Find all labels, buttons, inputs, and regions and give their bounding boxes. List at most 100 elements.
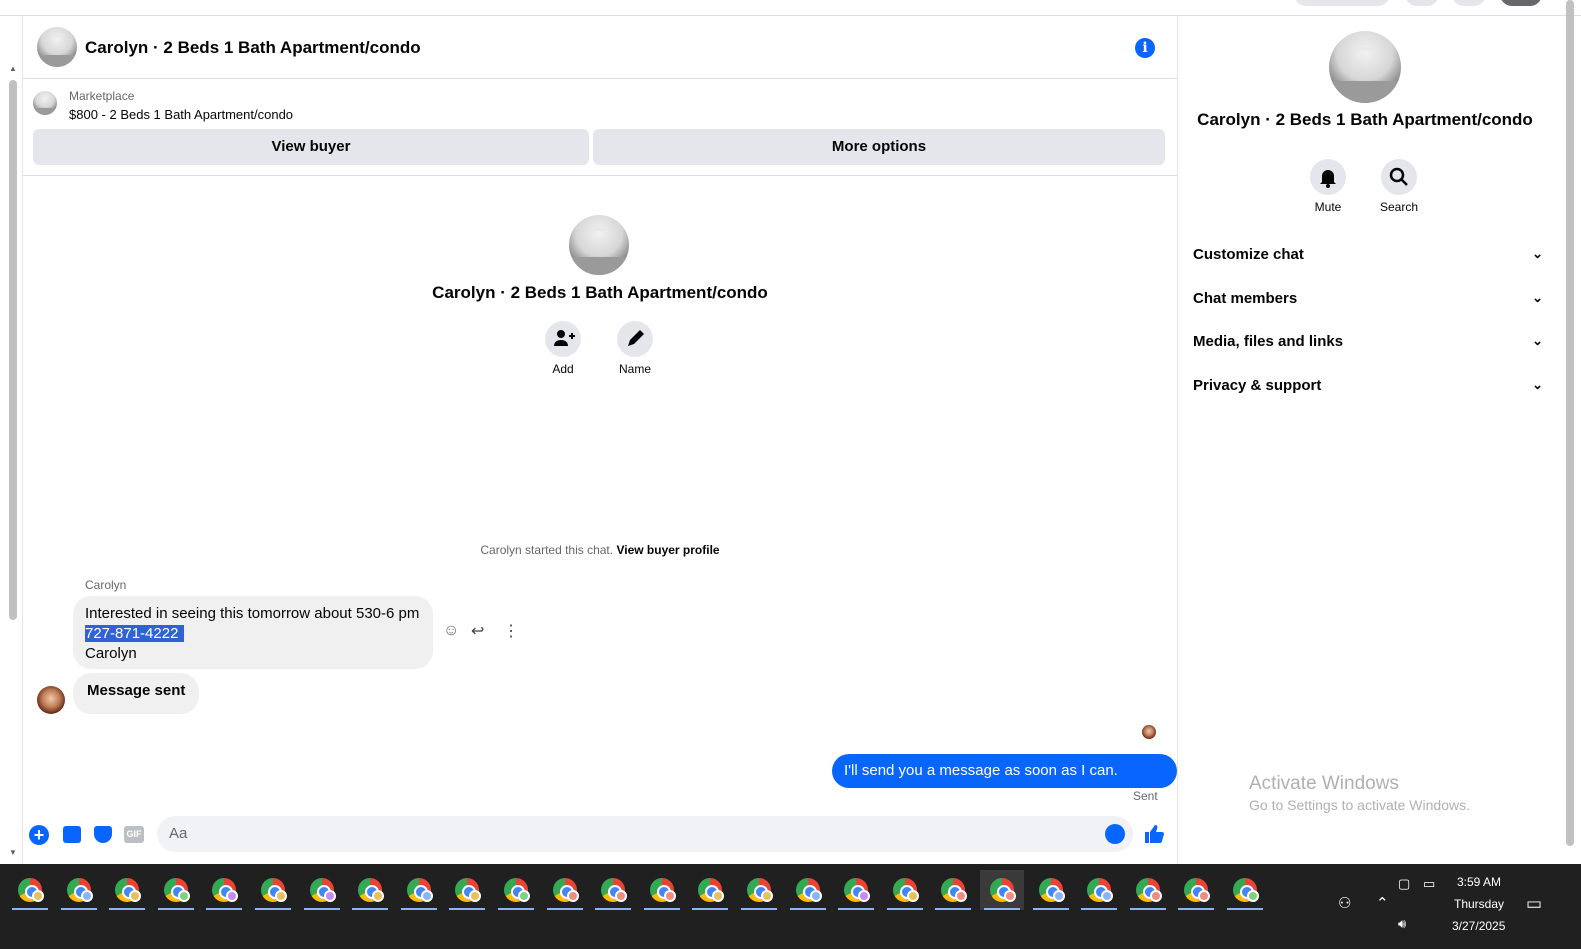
profile-badge-icon: [518, 890, 530, 902]
chat-details-panel: Carolyn · 2 Beds 1 Bath Apartment/condo …: [1179, 16, 1563, 870]
meet-icon[interactable]: ▢: [1398, 876, 1410, 892]
pencil-icon: [628, 330, 644, 346]
chrome-taskbar-icon[interactable]: [397, 870, 441, 910]
more-options-button[interactable]: More options: [593, 129, 1165, 165]
profile-badge-icon: [1149, 890, 1162, 902]
chrome-taskbar-icon[interactable]: [1029, 870, 1073, 910]
top-menu-button[interactable]: [1405, 0, 1439, 6]
page-scroll-thumb[interactable]: [1566, 0, 1574, 846]
running-indicator: [352, 908, 389, 910]
phone-number[interactable]: 727-871-4222: [85, 625, 185, 642]
top-notifications-button[interactable]: [1452, 0, 1486, 6]
info-icon[interactable]: i: [1135, 38, 1155, 58]
running-indicator: [1129, 908, 1166, 910]
chevron-down-icon: ⌄: [1532, 246, 1543, 261]
top-search-pill[interactable]: [1294, 0, 1390, 6]
profile-badge-icon: [1247, 890, 1259, 902]
conversation-title: Carolyn · 2 Beds 1 Bath Apartment/condo: [432, 283, 768, 302]
chevron-down-icon: ⌄: [1532, 333, 1543, 348]
chrome-taskbar-icon[interactable]: [300, 870, 344, 910]
search-button[interactable]: [1381, 159, 1417, 195]
people-icon[interactable]: ⚇: [1338, 894, 1351, 912]
page-scrollbar[interactable]: [1563, 0, 1577, 870]
add-person-button[interactable]: [545, 321, 581, 357]
profile-badge-icon: [80, 890, 93, 902]
sticker-icon[interactable]: [94, 826, 112, 843]
view-buyer-profile-link[interactable]: View buyer profile: [616, 543, 719, 557]
chrome-taskbar-icon[interactable]: [883, 870, 927, 910]
section-label: Privacy & support: [1193, 377, 1322, 394]
reply-icon[interactable]: ↩: [471, 621, 484, 641]
chrome-taskbar-icon[interactable]: [57, 870, 101, 910]
chrome-taskbar-icon[interactable]: [251, 870, 295, 910]
notifications-icon[interactable]: ▭: [1526, 894, 1542, 914]
chrome-taskbar-icon[interactable]: [494, 870, 538, 910]
photo-icon[interactable]: [63, 826, 81, 843]
listing-title[interactable]: $800 - 2 Beds 1 Bath Apartment/condo: [69, 107, 293, 122]
chrome-taskbar-icon[interactable]: [445, 870, 489, 910]
section-label: Customize chat: [1193, 246, 1304, 263]
chrome-taskbar-icon[interactable]: [688, 870, 732, 910]
chrome-taskbar-icon[interactable]: [1126, 870, 1170, 910]
profile-badge-icon: [275, 890, 287, 902]
media-files-links-section[interactable]: Media, files and links ⌄: [1193, 333, 1543, 357]
incoming-message[interactable]: Interested in seeing this tomorrow about…: [73, 596, 433, 669]
chevron-down-icon: ⌄: [1532, 290, 1543, 305]
network-icon[interactable]: ▭: [1423, 876, 1435, 892]
scroll-down-icon[interactable]: ▼: [9, 848, 17, 857]
chrome-taskbar-icon[interactable]: [348, 870, 392, 910]
chrome-taskbar-icon[interactable]: [1174, 870, 1218, 910]
message-sent-bubble[interactable]: Message sent: [73, 673, 200, 714]
marketplace-banner: Marketplace $800 - 2 Beds 1 Bath Apartme…: [23, 80, 1177, 176]
running-indicator: [498, 908, 534, 910]
volume-icon[interactable]: 🔊︎: [1398, 916, 1406, 932]
top-account-avatar[interactable]: [1500, 0, 1542, 6]
edit-name-button[interactable]: [617, 321, 653, 357]
profile-badge-icon: [129, 890, 142, 902]
chevron-up-icon[interactable]: ⌃: [1376, 894, 1389, 912]
chrome-taskbar-icon[interactable]: [640, 870, 684, 910]
chrome-taskbar-icon[interactable]: [543, 870, 587, 910]
chrome-taskbar-icon[interactable]: [786, 870, 830, 910]
bell-icon: [1320, 170, 1336, 188]
customize-chat-section[interactable]: Customize chat ⌄: [1193, 246, 1543, 270]
plus-icon[interactable]: +: [29, 825, 49, 845]
running-indicator: [984, 908, 1020, 910]
chrome-taskbar-icon[interactable]: [1077, 870, 1121, 910]
chrome-taskbar-icon[interactable]: [591, 870, 635, 910]
sender-avatar[interactable]: [37, 686, 65, 714]
mute-label: Mute: [1314, 200, 1342, 214]
chrome-taskbar-icon[interactable]: [154, 870, 198, 910]
profile-badge-icon: [809, 890, 822, 902]
chat-members-section[interactable]: Chat members ⌄: [1193, 290, 1543, 314]
outgoing-message[interactable]: I'll send you a message as soon as I can…: [832, 754, 1177, 813]
chrome-taskbar-icon[interactable]: [980, 870, 1024, 910]
chat-scrollbar[interactable]: ▲ ▼: [6, 62, 20, 862]
react-icon[interactable]: ☺: [443, 622, 459, 640]
sender-name: Carolyn: [85, 578, 127, 592]
chrome-taskbar-icon[interactable]: [1223, 870, 1267, 910]
profile-badge-icon: [566, 890, 579, 902]
chrome-taskbar-icon[interactable]: [931, 870, 975, 910]
chrome-taskbar-icon[interactable]: [202, 870, 246, 910]
more-icon[interactable]: ⋮: [503, 621, 519, 641]
view-buyer-button[interactable]: View buyer: [33, 129, 589, 165]
chat-title[interactable]: Carolyn · 2 Beds 1 Bath Apartment/condo: [85, 38, 421, 58]
mute-button[interactable]: [1310, 159, 1346, 195]
chrome-taskbar-icon[interactable]: [8, 870, 52, 910]
privacy-support-section[interactable]: Privacy & support ⌄: [1193, 377, 1543, 401]
clock-day[interactable]: Thursday: [1454, 897, 1504, 911]
emoji-icon[interactable]: [1105, 824, 1125, 844]
profile-badge-icon: [372, 890, 385, 902]
chat-avatar[interactable]: [37, 27, 77, 67]
chrome-taskbar-icon[interactable]: [105, 870, 149, 910]
chrome-taskbar-icon[interactable]: [834, 870, 878, 910]
scroll-up-icon[interactable]: ▲: [9, 64, 17, 73]
message-input[interactable]: Aa: [157, 816, 1133, 852]
scroll-thumb[interactable]: [9, 80, 17, 620]
thumbs-up-icon[interactable]: [1143, 823, 1165, 845]
gif-icon[interactable]: GIF: [124, 826, 144, 843]
clock-date[interactable]: 3/27/2025: [1452, 919, 1505, 933]
clock-time[interactable]: 3:59 AM: [1457, 875, 1501, 889]
chrome-taskbar-icon[interactable]: [737, 870, 781, 910]
